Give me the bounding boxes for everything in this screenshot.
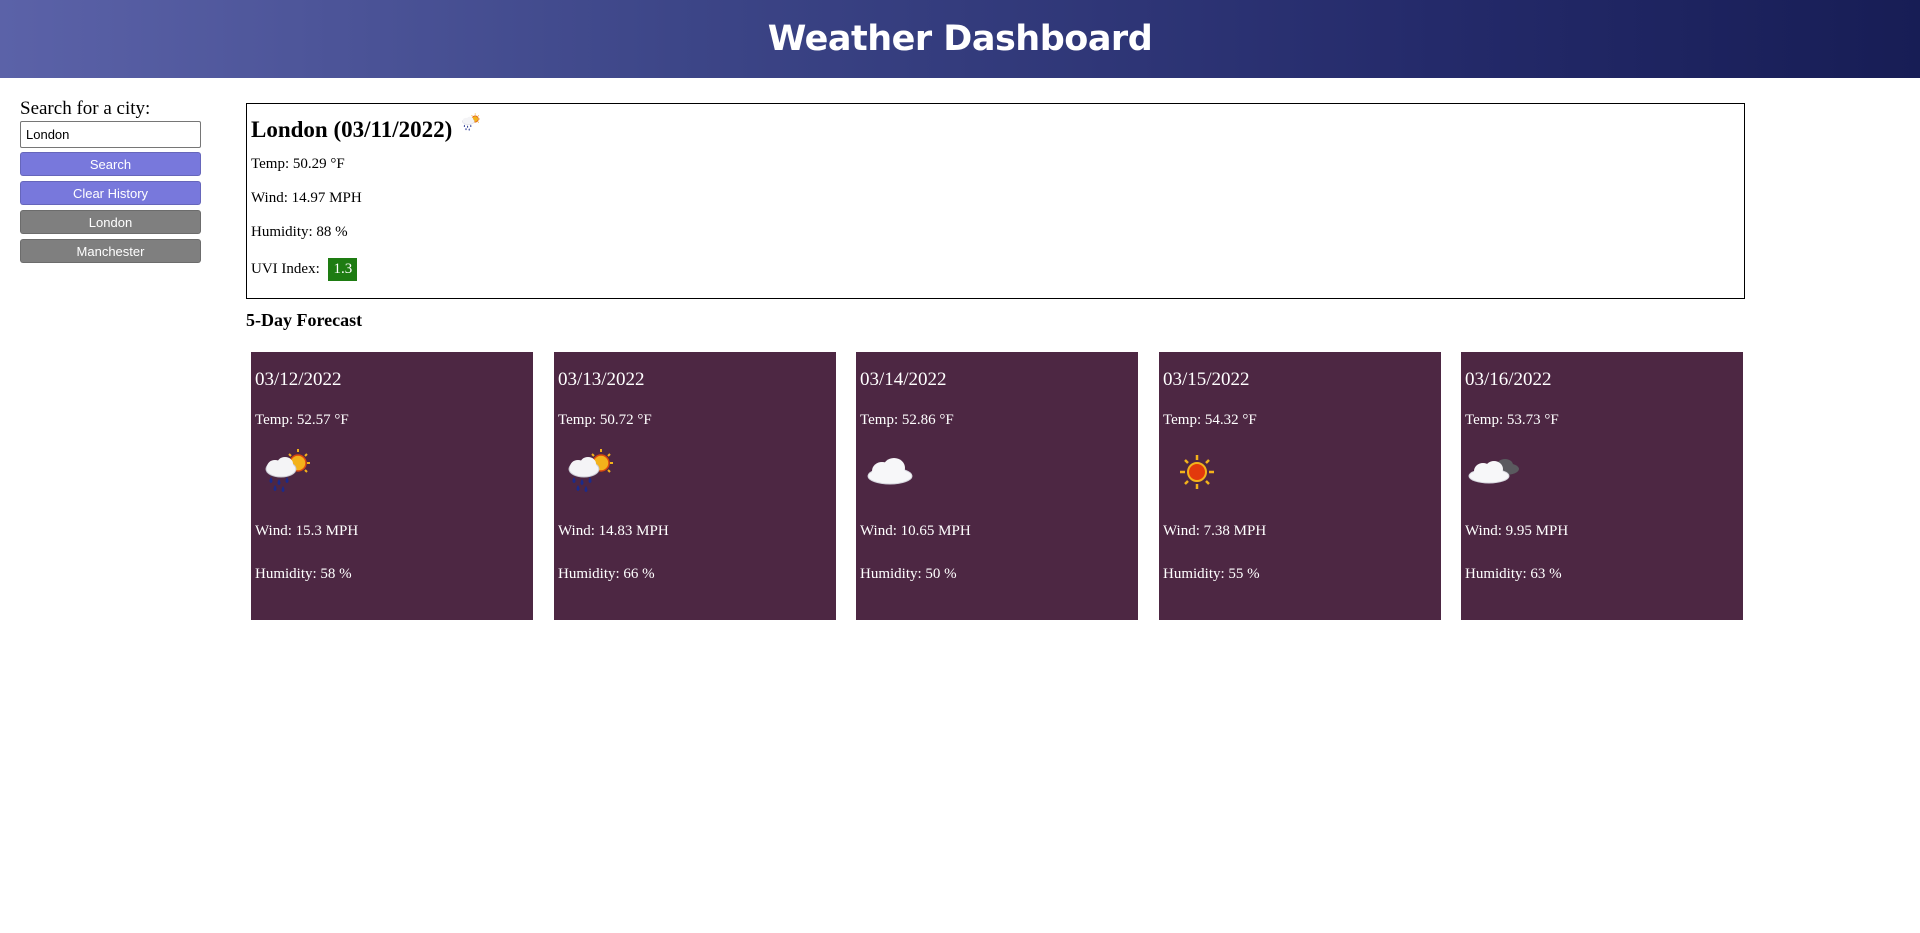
forecast-date: 03/14/2022 [860,369,947,390]
forecast-humidity: Humidity: 55 % [1163,566,1260,582]
search-sidebar: Search for a city: Search Clear History … [20,98,201,268]
current-uvi-row: UVI Index: 1.3 [251,258,1740,281]
forecast-card: 03/16/2022 Temp: 53.73 °F Wind: 9.95 MPH… [1461,352,1743,620]
forecast-date: 03/12/2022 [255,369,342,390]
forecast-wind: Wind: 14.83 MPH [558,523,669,539]
current-wind: Wind: 14.97 MPH [251,190,362,206]
broken-clouds-icon [1465,443,1525,503]
forecast-wind: Wind: 9.95 MPH [1465,523,1569,539]
search-label: Search for a city: [20,98,151,119]
forecast-humidity: Humidity: 66 % [558,566,655,582]
forecast-date: 03/13/2022 [558,369,645,390]
forecast-temp: Temp: 52.57 °F [255,412,349,428]
uvi-label: UVI Index: [251,261,320,277]
app-header: Weather Dashboard [0,0,1920,78]
forecast-humidity: Humidity: 63 % [1465,566,1562,582]
forecast-card: 03/15/2022 Temp: 54.32 °F Wind: 7.38 MPH… [1159,352,1441,620]
sun-icon [1163,443,1223,503]
current-temp: Temp: 50.29 °F [251,156,345,172]
current-weather-panel: London (03/11/2022) Temp: 50.29 °F Wind:… [246,103,1745,299]
forecast-wind: Wind: 15.3 MPH [255,523,359,539]
forecast-card: 03/13/2022 Temp: 50.72 °F Wind: 14.83 MP… [554,352,836,620]
city-search-input[interactable] [20,121,201,148]
forecast-date: 03/15/2022 [1163,369,1250,390]
forecast-temp: Temp: 53.73 °F [1465,412,1559,428]
forecast-wind: Wind: 7.38 MPH [1163,523,1267,539]
current-city-title: London (03/11/2022) [251,117,453,142]
forecast-humidity: Humidity: 58 % [255,566,352,582]
history-button-london[interactable]: London [20,210,201,234]
forecast-humidity: Humidity: 50 % [860,566,957,582]
forecast-card: 03/14/2022 Temp: 52.86 °F Wind: 10.65 MP… [856,352,1138,620]
uvi-badge: 1.3 [328,258,358,281]
rain-sun-icon [558,443,618,503]
clear-history-button[interactable]: Clear History [20,181,201,205]
current-humidity: Humidity: 88 % [251,224,348,240]
forecast-card: 03/12/2022 Temp: 52.57 °F Wind: 15.3 MPH… [251,352,533,620]
main-layout: Search for a city: Search Clear History … [0,78,1920,933]
forecast-row: 03/12/2022 Temp: 52.57 °F Wind: 15.3 MPH… [251,352,1746,622]
forecast-date: 03/16/2022 [1465,369,1552,390]
forecast-temp: Temp: 50.72 °F [558,412,652,428]
app-title: Weather Dashboard [767,19,1153,59]
rain-sun-icon [458,111,482,140]
forecast-title: 5-Day Forecast [246,310,363,330]
search-button[interactable]: Search [20,152,201,176]
forecast-wind: Wind: 10.65 MPH [860,523,971,539]
forecast-temp: Temp: 54.32 °F [1163,412,1257,428]
rain-sun-icon [255,443,315,503]
cloud-icon [860,443,920,503]
current-weather-header: London (03/11/2022) [251,112,1740,144]
history-button-manchester[interactable]: Manchester [20,239,201,263]
forecast-temp: Temp: 52.86 °F [860,412,954,428]
